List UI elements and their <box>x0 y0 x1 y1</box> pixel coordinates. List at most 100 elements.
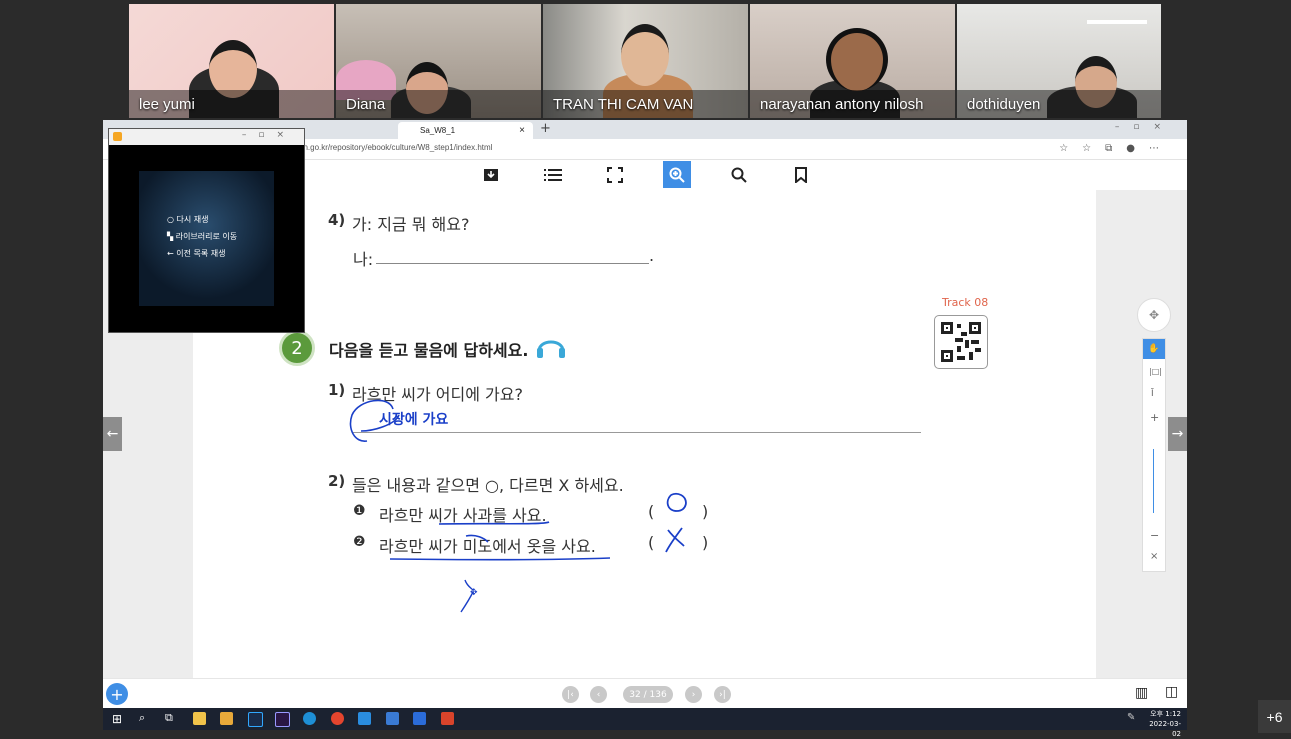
participant-name: lee yumi <box>139 96 195 113</box>
clock-date: 2022-03-02 <box>1149 720 1181 738</box>
ink-pen-stroke: ✥ <box>460 579 478 613</box>
powerpoint-icon[interactable] <box>441 712 454 725</box>
more-participants-button[interactable]: +6 <box>1258 700 1291 733</box>
prev-page-icon[interactable]: ‹ <box>590 686 607 703</box>
menu-label: 라이브러리로 이동 <box>175 232 238 241</box>
media-player-window: –▫× ○ 다시 재생 ▚ 라이브러리로 이동 ← 이전 목록 재생 <box>108 128 305 333</box>
photoshop-icon[interactable] <box>248 712 263 727</box>
media-player-app-icon[interactable] <box>220 712 233 725</box>
section-number-badge: 2 <box>279 330 315 366</box>
list-icon[interactable] <box>539 161 567 188</box>
search-icon[interactable] <box>725 161 753 188</box>
question-number: 4) <box>328 211 346 229</box>
media-player-titlebar: –▫× <box>109 129 304 145</box>
new-tab-icon[interactable]: + <box>540 121 551 136</box>
library-icon[interactable]: ▥ <box>1135 685 1148 701</box>
next-page-arrow-icon[interactable]: → <box>1168 417 1187 451</box>
prev-page-arrow-icon[interactable]: ← <box>103 417 122 451</box>
zoom-plus-icon[interactable]: + <box>1150 411 1159 424</box>
item-marker: ❷ <box>353 534 366 550</box>
library-icon: ▚ <box>167 232 174 241</box>
add-icon[interactable]: + <box>106 683 128 705</box>
svg-text:✥: ✥ <box>470 588 478 598</box>
ink-strike-annotation <box>389 527 685 561</box>
section-number: 2 <box>291 337 303 359</box>
replay-icon: ○ <box>167 215 174 224</box>
task-view-icon[interactable]: ⧉ <box>165 711 173 725</box>
zoom-toolbar: ✋ |□| Ī + − × <box>1142 338 1166 572</box>
zoom-minus-icon[interactable]: − <box>1150 529 1159 542</box>
fit-height-icon[interactable]: Ī <box>1151 389 1154 399</box>
windows-start-icon[interactable]: ⊞ <box>112 712 122 726</box>
webex-icon[interactable] <box>386 712 399 725</box>
menu-label: 이전 목록 재생 <box>176 249 226 258</box>
browser-actions[interactable]: ☆☆⧉●⋯ <box>1059 143 1173 154</box>
ink-circle-annotation <box>349 399 400 442</box>
page-indicator-text: 32 / 136 <box>629 689 667 700</box>
participant-head <box>621 24 669 86</box>
participant-tile-1[interactable]: lee yumi <box>129 4 334 118</box>
fullscreen-icon[interactable] <box>601 161 629 188</box>
windows-taskbar: ⊞ ⌕ ⧉ ✎ 오후 1:12 2022-03-02 <box>103 708 1187 738</box>
download-icon[interactable] <box>477 161 505 188</box>
question-number: 2) <box>328 472 346 490</box>
back-arrow-icon: ← <box>167 249 174 258</box>
page-indicator[interactable]: 32 / 136 <box>623 686 673 703</box>
participant-tile-5[interactable]: dothiduyen <box>957 4 1161 118</box>
first-page-icon[interactable]: |‹ <box>562 686 579 703</box>
next-page-icon[interactable]: › <box>685 686 702 703</box>
participant-name: narayanan antony nilosh <box>760 96 924 113</box>
window-controls[interactable]: –▫× <box>1115 122 1175 132</box>
clock-time: 오후 1:12 <box>1150 710 1181 718</box>
participant-name: TRAN THI CAM VAN <box>553 96 694 113</box>
app-icon[interactable] <box>358 712 371 725</box>
participant-tile-4[interactable]: narayanan antony nilosh <box>750 4 955 118</box>
participant-name: Diana <box>346 96 386 113</box>
ebook-page: 4) 가: 지금 뭐 해요? 나: . Track 08 2 다음을 듣고 물음… <box>193 190 1096 678</box>
qr-code-icon[interactable] <box>934 315 988 369</box>
track-label: Track 08 <box>942 296 989 309</box>
item-marker: ❶ <box>353 503 366 519</box>
zoom-slider[interactable] <box>1153 449 1154 513</box>
bookmark-icon[interactable] <box>787 161 815 188</box>
ebook-footer: + |‹ ‹ 32 / 136 › ›| ▥ ◫ <box>103 678 1187 709</box>
search-icon[interactable]: ⌕ <box>139 711 145 725</box>
headphones-icon <box>535 333 567 363</box>
premiere-icon[interactable] <box>275 712 290 727</box>
tab-active[interactable]: Sa_W8_1 × <box>398 122 533 139</box>
headphones-head <box>826 28 888 91</box>
last-page-icon[interactable]: ›| <box>714 686 731 703</box>
answer-line <box>353 432 921 433</box>
section-title: 다음을 듣고 물음에 답하세요. <box>329 341 529 360</box>
more-participants-count: +6 <box>1266 708 1283 725</box>
media-menu: ○ 다시 재생 ▚ 라이브러리로 이동 ← 이전 목록 재생 <box>167 211 237 262</box>
pan-control-icon[interactable]: ✥ <box>1137 298 1171 332</box>
participant-tile-2[interactable]: Diana <box>336 4 541 118</box>
chrome-icon[interactable] <box>331 712 344 725</box>
participant-name: dothiduyen <box>967 96 1041 113</box>
zoom-close-icon[interactable]: × <box>1150 551 1158 562</box>
question-text: 가: 지금 뭐 해요? <box>352 215 470 234</box>
answer-line <box>376 263 649 264</box>
fit-width-icon[interactable]: |□| <box>1149 367 1162 376</box>
close-icon[interactable]: × <box>519 122 525 139</box>
answer-suffix: . <box>649 246 655 265</box>
library-item[interactable]: ▚ 라이브러리로 이동 <box>167 228 237 245</box>
edge-icon[interactable] <box>303 712 316 725</box>
pen-tray-icon[interactable]: ✎ <box>1127 712 1135 723</box>
hand-tool-icon[interactable]: ✋ <box>1143 339 1165 359</box>
media-player-icon <box>113 132 122 141</box>
replay-item[interactable]: ○ 다시 재생 <box>167 211 237 228</box>
menu-label: 다시 재생 <box>176 215 209 224</box>
file-explorer-icon[interactable] <box>193 712 206 725</box>
previous-list-item[interactable]: ← 이전 목록 재생 <box>167 245 237 262</box>
ceiling-light <box>1087 20 1147 24</box>
word-icon[interactable] <box>413 712 426 725</box>
participant-tile-3[interactable]: TRAN THI CAM VAN <box>543 4 748 118</box>
window-controls[interactable]: –▫× <box>242 130 296 140</box>
zoom-in-icon[interactable] <box>663 161 691 188</box>
address-text: an.go.kr/repository/ebook/culture/W8_ste… <box>299 143 493 152</box>
dual-page-icon[interactable]: ◫ <box>1165 684 1178 700</box>
system-clock[interactable]: 오후 1:12 2022-03-02 <box>1147 709 1181 739</box>
answer-prefix: 나: <box>353 250 374 269</box>
